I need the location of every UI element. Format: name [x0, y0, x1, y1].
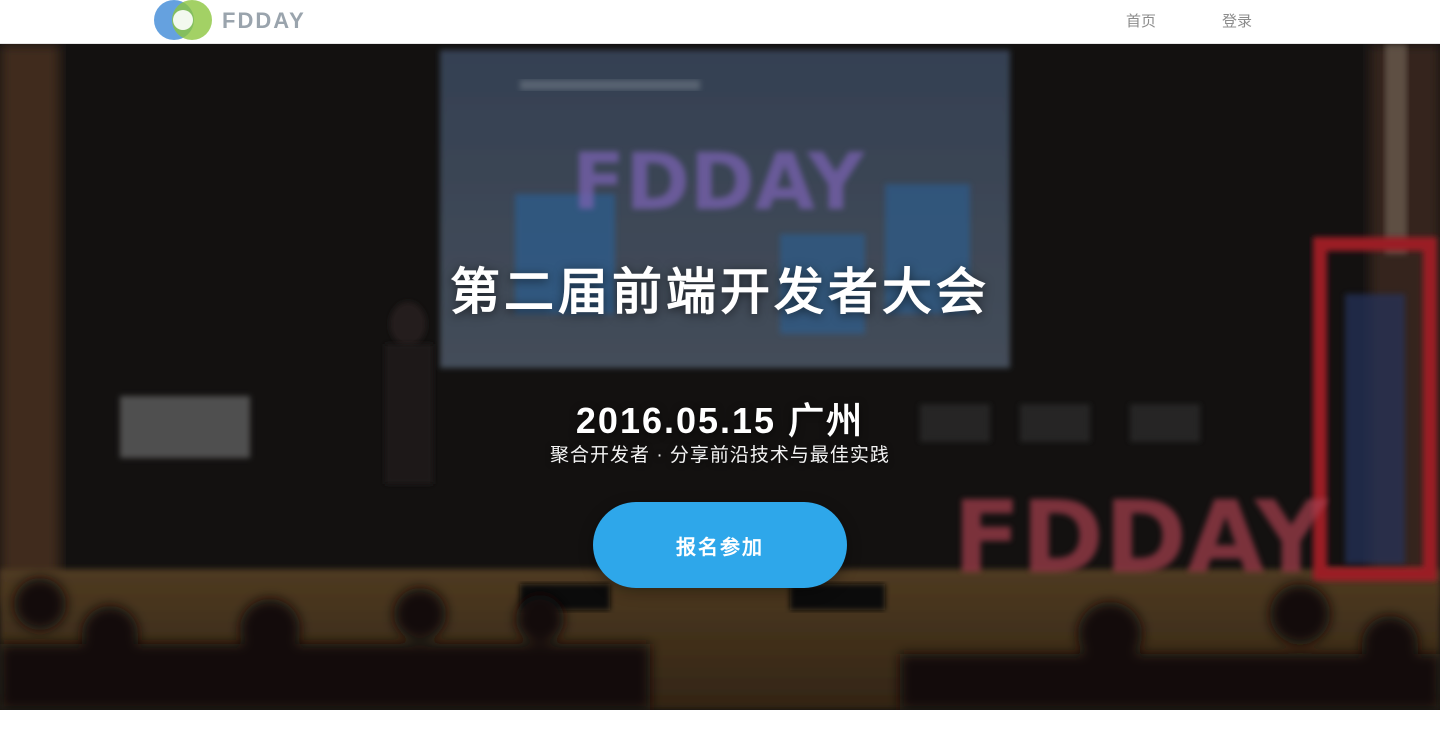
site-logo[interactable]: FDDAY [152, 0, 306, 42]
hero-title: 第二届前端开发者大会 [450, 264, 990, 320]
fdday-logo-icon [154, 0, 212, 40]
event-date: 2016.05.15 广州 [575, 400, 865, 441]
nav-item-login[interactable]: 登录 [1214, 4, 1260, 37]
register-button[interactable]: 报名参加 [593, 502, 847, 588]
nav-item-home[interactable]: 首页 [1118, 4, 1164, 37]
logo-text: FDDAY [222, 8, 306, 33]
hero-banner: FDDAY FDDAY 第二届前端开发者大会 2016.05.15 广州 聚合开… [0, 44, 1440, 710]
main-nav: 首页 登录 [1118, 0, 1260, 40]
conference-stage-photo: FDDAY FDDAY [0, 44, 1440, 710]
top-navigation-bar: FDDAY 首页 登录 [0, 0, 1440, 44]
event-subtitle: 聚合开发者 · 分享前沿技术与最佳实践 [550, 445, 890, 466]
